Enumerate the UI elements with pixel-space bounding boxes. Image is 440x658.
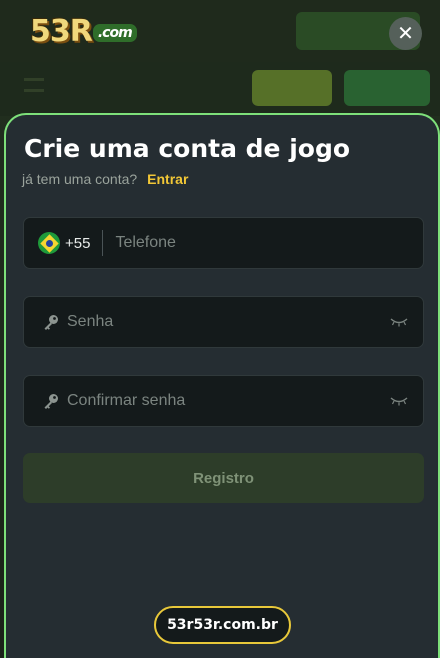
background-menu-icon bbox=[24, 78, 44, 92]
logo-suffix-text: .com bbox=[92, 23, 137, 42]
have-account-text: já tem uma conta? bbox=[22, 171, 138, 187]
phone-field[interactable]: +55 bbox=[23, 217, 424, 269]
background-register-button bbox=[344, 70, 430, 106]
confirm-password-field[interactable] bbox=[23, 375, 424, 427]
password-field[interactable] bbox=[23, 296, 424, 348]
country-code[interactable]: +55 bbox=[65, 235, 90, 252]
brazil-flag-icon[interactable] bbox=[38, 232, 60, 254]
logo-main-text: 53R bbox=[30, 14, 93, 49]
phone-input[interactable] bbox=[115, 218, 423, 268]
phone-divider bbox=[102, 230, 104, 256]
login-link[interactable]: Entrar bbox=[147, 171, 188, 187]
modal-title: Crie uma conta de jogo bbox=[24, 134, 351, 163]
confirm-password-input[interactable] bbox=[67, 376, 389, 426]
password-input[interactable] bbox=[67, 297, 389, 347]
register-button[interactable]: Registro bbox=[23, 453, 424, 503]
register-modal: Crie uma conta de jogo já tem uma conta?… bbox=[4, 113, 440, 658]
eye-closed-icon[interactable] bbox=[389, 316, 409, 328]
modal-subtitle: já tem uma conta? Entrar bbox=[22, 171, 188, 187]
background-login-button bbox=[252, 70, 332, 106]
brand-logo: 53R .com bbox=[30, 14, 137, 49]
key-icon bbox=[41, 391, 61, 411]
domain-badge[interactable]: 53r53r.com.br bbox=[154, 606, 291, 644]
eye-closed-icon[interactable] bbox=[389, 395, 409, 407]
close-button[interactable]: ✕ bbox=[389, 17, 422, 50]
close-icon: ✕ bbox=[397, 23, 414, 45]
key-icon bbox=[41, 312, 61, 332]
